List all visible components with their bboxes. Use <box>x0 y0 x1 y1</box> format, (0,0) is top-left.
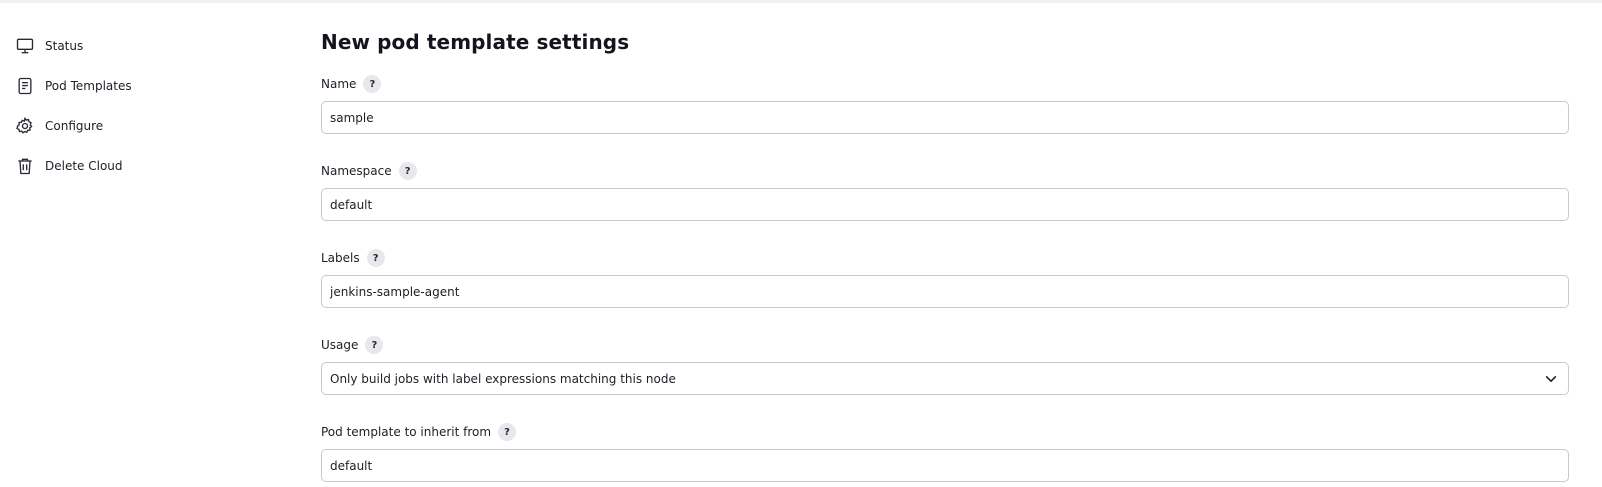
namespace-input[interactable]: default <box>321 188 1569 221</box>
trash-icon <box>14 155 36 177</box>
help-icon[interactable]: ? <box>363 75 382 93</box>
labels-input-value: jenkins-sample-agent <box>330 284 460 299</box>
help-icon[interactable]: ? <box>365 336 384 354</box>
usage-select[interactable]: Only build jobs with label expressions m… <box>321 362 1569 395</box>
main-content: New pod template settings Name ? sample … <box>321 26 1569 482</box>
usage-label: Usage <box>321 338 359 352</box>
namespace-label: Namespace <box>321 164 392 178</box>
top-divider <box>0 0 1602 3</box>
monitor-icon <box>14 35 36 57</box>
labels-field-group: Labels ? jenkins-sample-agent <box>321 248 1569 308</box>
usage-select-value: Only build jobs with label expressions m… <box>330 371 676 386</box>
sidebar-item-delete-cloud[interactable]: Delete Cloud <box>14 154 274 178</box>
chevron-down-icon <box>1545 376 1557 382</box>
gear-icon <box>14 115 36 137</box>
sidebar: Status Pod Templates Configure Delete Cl… <box>14 34 274 194</box>
inherit-label: Pod template to inherit from <box>321 425 492 439</box>
name-label: Name <box>321 77 357 91</box>
sidebar-item-pod-templates[interactable]: Pod Templates <box>14 74 274 98</box>
usage-field-group: Usage ? Only build jobs with label expre… <box>321 335 1569 395</box>
namespace-input-value: default <box>330 197 373 212</box>
document-icon <box>14 75 36 97</box>
name-field-group: Name ? sample <box>321 74 1569 134</box>
name-input[interactable]: sample <box>321 101 1569 134</box>
inherit-input-value: default <box>330 458 373 473</box>
inherit-field-group: Pod template to inherit from ? default <box>321 422 1569 482</box>
sidebar-item-status[interactable]: Status <box>14 34 274 58</box>
namespace-field-group: Namespace ? default <box>321 161 1569 221</box>
labels-input[interactable]: jenkins-sample-agent <box>321 275 1569 308</box>
sidebar-item-label: Pod Templates <box>45 79 132 93</box>
sidebar-item-label: Delete Cloud <box>45 159 123 173</box>
sidebar-item-label: Status <box>45 39 84 53</box>
page-title: New pod template settings <box>321 30 630 54</box>
help-icon[interactable]: ? <box>498 423 517 441</box>
help-icon[interactable]: ? <box>366 249 385 267</box>
labels-label: Labels <box>321 251 360 265</box>
name-input-value: sample <box>330 110 374 125</box>
sidebar-item-label: Configure <box>45 119 104 133</box>
inherit-input[interactable]: default <box>321 449 1569 482</box>
sidebar-item-configure[interactable]: Configure <box>14 114 274 138</box>
help-icon[interactable]: ? <box>398 162 417 180</box>
